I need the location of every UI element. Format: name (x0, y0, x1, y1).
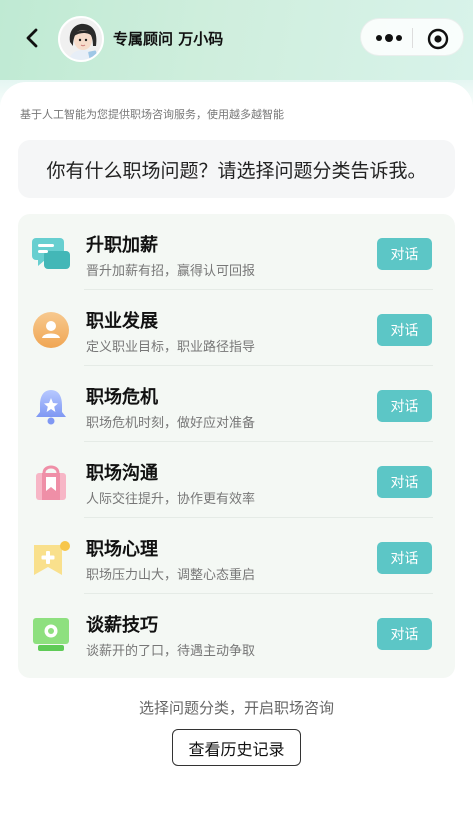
chat-button-3[interactable]: 对话 (377, 466, 432, 498)
chevron-left-icon (26, 28, 38, 48)
list-item[interactable]: 职场危机 职场危机时刻，做好应对准备 对话 (18, 366, 455, 442)
chat-bubbles-icon (30, 233, 72, 275)
chat-button-2[interactable]: 对话 (377, 390, 432, 422)
list-item[interactable]: 谈薪技巧 谈薪开的了口，待遇主动争取 对话 (18, 594, 455, 670)
service-subtitle: 基于人工智能为您提供职场咨询服务，使用越多越智能 (20, 108, 284, 121)
more-button[interactable] (371, 27, 407, 49)
list-item[interactable]: 职场心理 职场压力山大，调整心态重启 对话 (18, 518, 455, 594)
list-item[interactable]: 升职加薪 晋升加薪有招，赢得认可回报 对话 (18, 214, 455, 290)
heart-plus-icon (30, 537, 72, 579)
view-history-button[interactable]: 查看历史记录 (172, 729, 301, 766)
category-desc: 定义职业目标，职业路径指导 (86, 340, 256, 355)
footer-hint: 选择问题分类，开启职场咨询 (138, 699, 334, 717)
close-button[interactable] (425, 26, 451, 52)
category-desc: 人际交往提升，协作更有效率 (86, 492, 256, 507)
person-circle-icon (30, 309, 72, 351)
monitor-icon (30, 613, 72, 655)
advisor-name: 专属顾问 万小码 (113, 30, 224, 48)
list-item[interactable]: 职场沟通 人际交往提升，协作更有效率 对话 (18, 442, 455, 518)
target-circle-icon (427, 28, 449, 50)
chat-button-1[interactable]: 对话 (377, 314, 432, 346)
mini-program-capsule (360, 18, 464, 56)
avatar (58, 16, 104, 62)
chat-button-5[interactable]: 对话 (377, 618, 432, 650)
category-title: 职场危机 (86, 387, 158, 408)
capsule-divider (412, 28, 413, 48)
question-prompt: 你有什么职场问题？请选择问题分类告诉我。 (18, 140, 455, 198)
chat-button-0[interactable]: 对话 (377, 238, 432, 270)
category-list: 升职加薪 晋升加薪有招，赢得认可回报 对话 职业发展 定义职业目标，职业路径指导… (18, 214, 455, 678)
category-desc: 职场危机时刻，做好应对准备 (86, 416, 256, 431)
list-item[interactable]: 职业发展 定义职业目标，职业路径指导 对话 (18, 290, 455, 366)
header-bar: 专属顾问 万小码 (0, 0, 473, 80)
category-title: 升职加薪 (86, 235, 158, 256)
category-title: 职业发展 (86, 311, 158, 332)
category-title: 谈薪技巧 (86, 615, 158, 636)
category-desc: 晋升加薪有招，赢得认可回报 (86, 264, 256, 279)
chat-button-4[interactable]: 对话 (377, 542, 432, 574)
category-desc: 职场压力山大，调整心态重启 (86, 568, 256, 583)
back-button[interactable] (18, 24, 46, 52)
category-title: 职场沟通 (86, 463, 158, 484)
category-desc: 谈薪开的了口，待遇主动争取 (86, 644, 256, 659)
bell-star-icon (30, 385, 72, 427)
bag-bookmark-icon (30, 461, 72, 503)
more-dots-icon (376, 34, 402, 42)
category-title: 职场心理 (86, 539, 158, 560)
